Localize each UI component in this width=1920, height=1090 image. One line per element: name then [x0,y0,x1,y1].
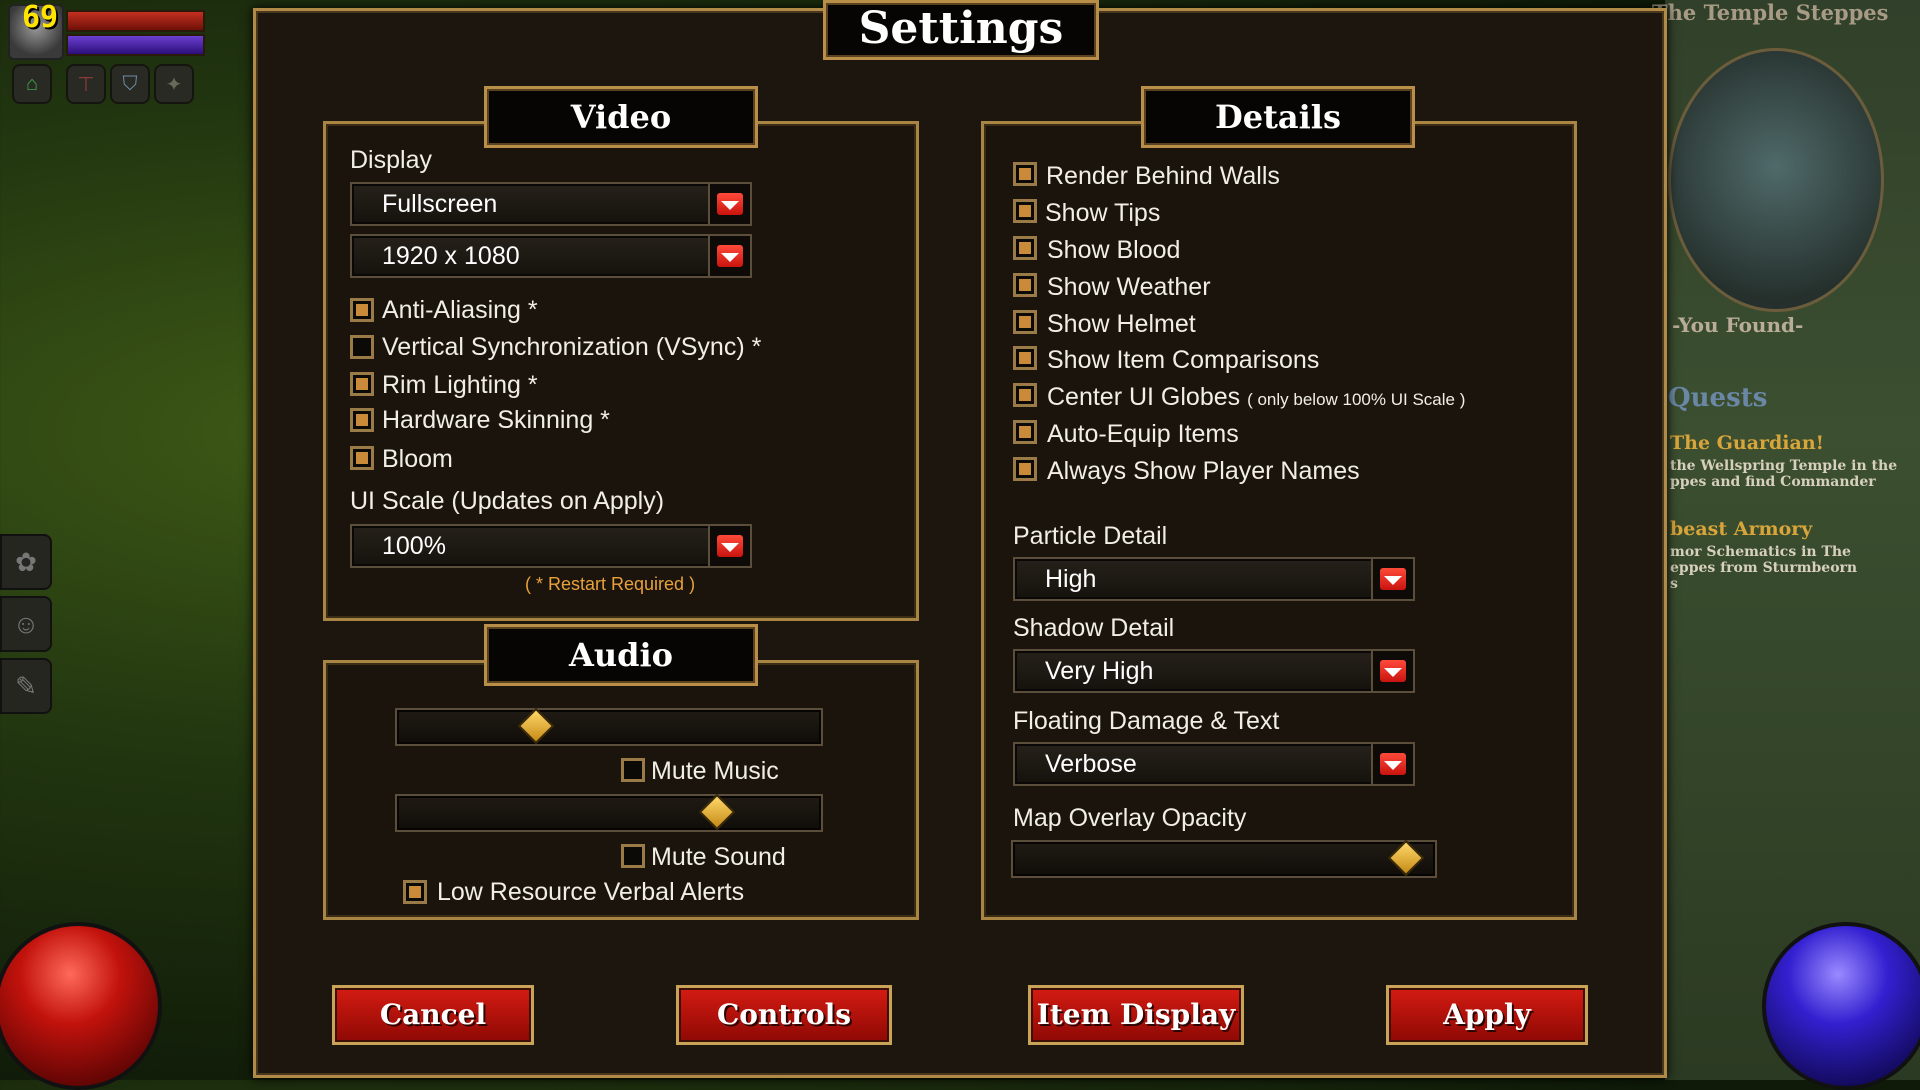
floating-damage-dropdown[interactable]: Verbose [1013,742,1415,786]
show-weather-label: Show Weather [1047,273,1211,301]
display-mode-dropdown[interactable]: Fullscreen [350,182,752,226]
mute-sound-checkbox[interactable] [621,844,645,868]
health-bar [66,10,205,32]
you-found-label: -You Found- [1672,313,1804,337]
mute-sound-label: Mute Sound [651,843,786,871]
particle-detail-value: High [1045,565,1097,593]
video-title: Video [484,86,758,148]
quest-text: ppes and find Commander [1670,474,1876,490]
hardware-skinning-label: Hardware Skinning * [382,406,610,434]
minimap[interactable] [1668,48,1884,312]
show-helmet-checkbox[interactable] [1013,310,1037,334]
show-blood-label: Show Blood [1047,236,1181,264]
paw-icon[interactable]: ✿ [0,534,52,590]
map-overlay-handle[interactable] [1387,839,1425,877]
render-behind-walls-checkbox[interactable] [1013,162,1037,186]
quest-text: s [1670,576,1678,592]
floating-damage-value: Verbose [1045,750,1137,778]
sound-volume-handle[interactable] [698,793,736,831]
show-item-comparisons-label: Show Item Comparisons [1047,346,1320,374]
rim-lighting-checkbox[interactable] [350,372,374,396]
quest-title[interactable]: beast Armory [1670,518,1812,540]
totem-icon[interactable]: ⊤ [66,64,106,104]
resolution-value: 1920 x 1080 [382,242,520,270]
quest-text: the Wellspring Temple in the [1670,458,1898,474]
health-globe [0,922,162,1090]
details-title: Details [1141,86,1415,148]
sound-volume-slider[interactable] [395,793,823,832]
resolution-arrow-icon[interactable] [708,234,752,278]
render-behind-walls-label: Render Behind Walls [1046,162,1280,190]
mute-music-checkbox[interactable] [621,758,645,782]
center-ui-globes-text: Center UI Globes [1047,383,1241,411]
show-weather-checkbox[interactable] [1013,273,1037,297]
auto-equip-checkbox[interactable] [1013,420,1037,444]
always-show-player-names-label: Always Show Player Names [1047,457,1360,485]
show-tips-checkbox[interactable] [1013,199,1037,223]
hardware-skinning-checkbox[interactable] [350,408,374,432]
quest-text: eppes from Sturmbeorn [1670,560,1858,576]
map-overlay-label: Map Overlay Opacity [1013,804,1247,832]
home-icon[interactable]: ⌂ [12,64,52,104]
ui-scale-arrow-icon[interactable] [708,524,752,568]
particle-detail-label: Particle Detail [1013,522,1168,550]
quests-title: Quests [1668,383,1768,413]
item-display-button[interactable]: Item Display [1028,985,1244,1045]
center-ui-globes-label: Center UI Globes ( only below 100% UI Sc… [1047,383,1465,412]
always-show-player-names-checkbox[interactable] [1013,457,1037,481]
mana-globe [1762,922,1920,1090]
floating-damage-label: Floating Damage & Text [1013,707,1280,735]
audio-title: Audio [484,624,758,686]
quest-title[interactable]: The Guardian! [1670,432,1824,454]
shadow-detail-label: Shadow Detail [1013,614,1175,642]
vsync-label: Vertical Synchronization (VSync) * [382,333,762,361]
shadow-detail-value: Very High [1045,657,1154,685]
cancel-button[interactable]: Cancel [332,985,534,1045]
pet-icon[interactable]: ✦ [154,64,194,104]
mute-music-label: Mute Music [651,757,779,785]
music-volume-handle[interactable] [517,707,555,745]
show-item-comparisons-checkbox[interactable] [1013,346,1037,370]
controls-button[interactable]: Controls [676,985,892,1045]
display-mode-arrow-icon[interactable] [708,182,752,226]
fps-counter: 69 [22,0,59,35]
low-resource-alerts-checkbox[interactable] [403,880,427,904]
particle-detail-dropdown[interactable]: High [1013,557,1415,601]
character-icon[interactable]: ☺ [0,596,52,652]
center-ui-globes-note: ( only below 100% UI Scale ) [1247,390,1466,409]
vsync-checkbox[interactable] [350,335,374,359]
center-ui-globes-checkbox[interactable] [1013,383,1037,407]
show-blood-checkbox[interactable] [1013,236,1037,260]
apply-button[interactable]: Apply [1386,985,1588,1045]
bloom-label: Bloom [382,445,453,473]
ui-scale-value: 100% [382,532,446,560]
resolution-dropdown[interactable]: 1920 x 1080 [350,234,752,278]
shield-icon[interactable]: ⛉ [110,64,150,104]
music-volume-slider[interactable] [395,707,823,746]
map-overlay-slider[interactable] [1011,839,1437,878]
display-mode-value: Fullscreen [382,190,498,218]
quest-text: mor Schematics in The [1670,544,1851,560]
restart-note: ( * Restart Required ) [525,574,696,594]
display-label: Display [350,146,432,174]
shadow-detail-dropdown[interactable]: Very High [1013,649,1415,693]
ui-scale-dropdown[interactable]: 100% [350,524,752,568]
ui-scale-label: UI Scale (Updates on Apply) [350,487,665,515]
zone-name: The Temple Steppes [1652,0,1889,25]
quill-icon[interactable]: ✎ [0,658,52,714]
low-resource-alerts-label: Low Resource Verbal Alerts [437,878,745,906]
anti-aliasing-checkbox[interactable] [350,298,374,322]
mana-bar [66,34,205,56]
auto-equip-label: Auto-Equip Items [1047,420,1239,448]
particle-detail-arrow-icon[interactable] [1371,557,1415,601]
show-tips-label: Show Tips [1045,199,1161,227]
rim-lighting-label: Rim Lighting * [382,371,538,399]
floating-damage-arrow-icon[interactable] [1371,742,1415,786]
shadow-detail-arrow-icon[interactable] [1371,649,1415,693]
settings-title: Settings [823,0,1099,60]
show-helmet-label: Show Helmet [1047,310,1196,338]
bloom-checkbox[interactable] [350,446,374,470]
anti-aliasing-label: Anti-Aliasing * [382,296,538,324]
